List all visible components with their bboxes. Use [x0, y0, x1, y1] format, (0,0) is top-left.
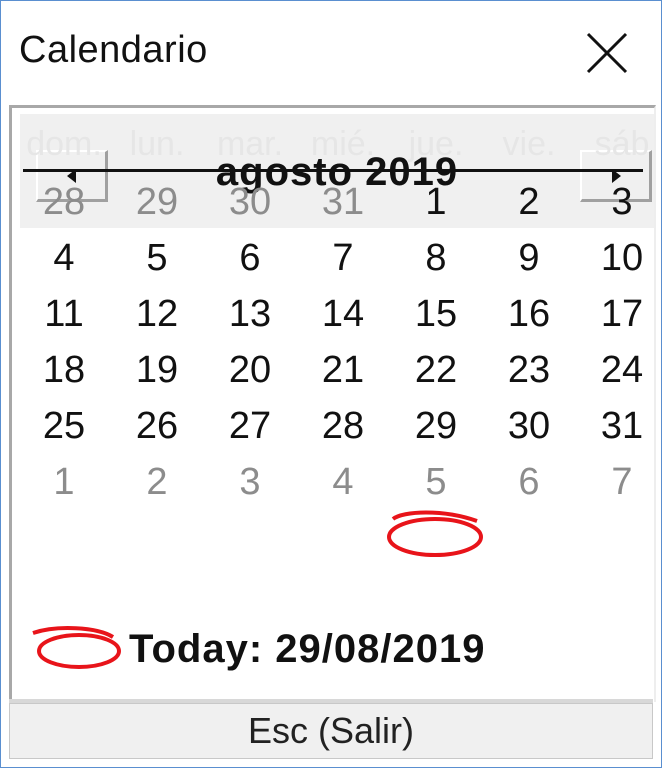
weekday-label: vie. — [502, 125, 556, 163]
close-icon — [586, 32, 628, 74]
weekday-label: mar. — [216, 125, 284, 163]
weekday-label: jue. — [408, 125, 464, 163]
day-cell-today[interactable]: 29 — [389, 405, 483, 448]
day-cell[interactable]: 4 — [17, 237, 111, 280]
day-cell[interactable]: 13 — [203, 293, 297, 336]
day-cell[interactable]: 7 — [296, 237, 390, 280]
day-cell[interactable]: 25 — [17, 405, 111, 448]
day-cell[interactable]: 27 — [203, 405, 297, 448]
day-cell[interactable]: 6 — [482, 461, 576, 504]
day-cell[interactable]: 31 — [575, 405, 662, 448]
weekday-label: sáb — [594, 125, 650, 163]
day-cell[interactable]: 14 — [296, 293, 390, 336]
calendar-window: Calendario agosto 2019 dom. lun. mar. mié. j… — [0, 0, 662, 768]
weekday-label: dom. — [26, 125, 102, 163]
day-cell[interactable]: 12 — [110, 293, 204, 336]
day-cell[interactable]: 24 — [575, 349, 662, 392]
day-cell[interactable]: 31 — [296, 181, 390, 224]
day-cell[interactable]: 26 — [110, 405, 204, 448]
today-row[interactable]: Today: 29/08/2019 — [11, 623, 631, 679]
day-cell[interactable]: 15 — [389, 293, 483, 336]
weekday-label: mié. — [310, 125, 376, 163]
day-cell[interactable]: 9 — [482, 237, 576, 280]
day-cell[interactable]: 28 — [17, 181, 111, 224]
day-cell[interactable]: 2 — [482, 181, 576, 224]
day-cell[interactable]: 10 — [575, 237, 662, 280]
day-cell[interactable]: 2 — [110, 461, 204, 504]
close-button[interactable] — [579, 25, 635, 81]
day-cell[interactable]: 21 — [296, 349, 390, 392]
day-cell[interactable]: 30 — [203, 181, 297, 224]
day-cell[interactable]: 5 — [389, 461, 483, 504]
day-cell[interactable]: 6 — [203, 237, 297, 280]
day-cell[interactable]: 3 — [575, 181, 662, 224]
day-cell[interactable]: 4 — [296, 461, 390, 504]
day-cell[interactable]: 18 — [17, 349, 111, 392]
weekday-divider — [23, 169, 643, 172]
day-cell[interactable]: 30 — [482, 405, 576, 448]
day-cell[interactable]: 29 — [110, 181, 204, 224]
day-cell[interactable]: 17 — [575, 293, 662, 336]
day-cell[interactable]: 1 — [389, 181, 483, 224]
day-cell[interactable]: 1 — [17, 461, 111, 504]
day-cell[interactable]: 8 — [389, 237, 483, 280]
today-label: Today: 29/08/2019 — [129, 627, 486, 671]
day-cell[interactable]: 5 — [110, 237, 204, 280]
day-cell[interactable]: 11 — [17, 293, 111, 336]
title-bar: Calendario — [1, 1, 661, 105]
day-grid: 28 29 30 31 1 2 3 4 5 6 7 8 9 10 11 12 13 14 15 16 17 18 19 20 2… — [1, 181, 661, 521]
day-cell[interactable]: 28 — [296, 405, 390, 448]
weekday-label: lun. — [129, 125, 185, 163]
day-cell[interactable]: 23 — [482, 349, 576, 392]
window-title: Calendario — [19, 29, 208, 71]
day-cell[interactable]: 19 — [110, 349, 204, 392]
red-circle-marker-icon — [32, 626, 121, 669]
day-cell[interactable]: 16 — [482, 293, 576, 336]
day-cell[interactable]: 22 — [389, 349, 483, 392]
esc-exit-button[interactable]: Esc (Salir) — [9, 703, 653, 759]
day-cell[interactable]: 3 — [203, 461, 297, 504]
day-cell[interactable]: 20 — [203, 349, 297, 392]
weekday-header-row: dom. lun. mar. mié. jue. vie. sáb — [9, 125, 649, 169]
day-cell[interactable]: 7 — [575, 461, 662, 504]
